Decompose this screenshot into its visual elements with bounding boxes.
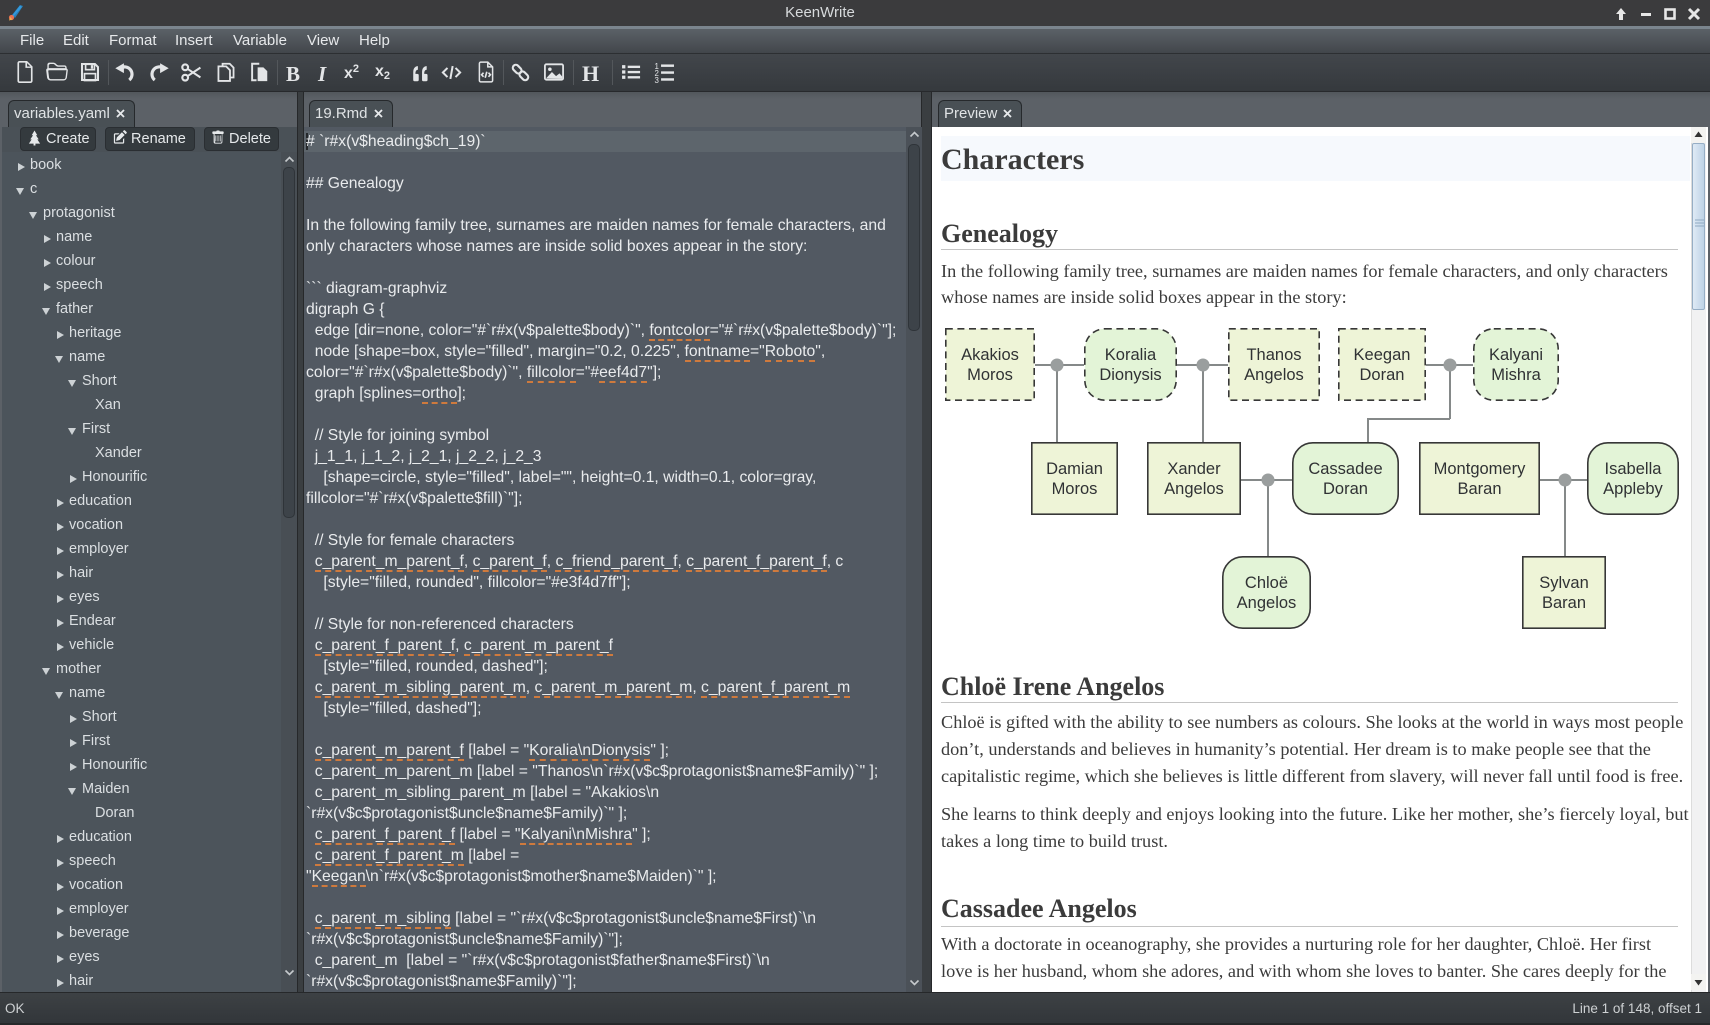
svg-text:3: 3 [654,76,659,84]
